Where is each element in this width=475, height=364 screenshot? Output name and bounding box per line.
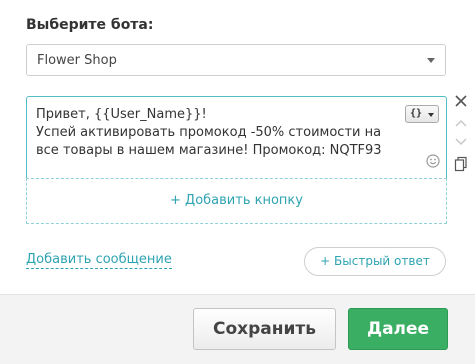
bot-select-label: Выберите бота: <box>26 17 154 33</box>
next-button[interactable]: Далее <box>348 308 448 350</box>
braces-icon: {} <box>410 108 423 119</box>
add-button-label: + Добавить кнопку <box>170 193 303 208</box>
message-text[interactable]: Привет, {{User_Name}}! Успей активироват… <box>36 106 396 160</box>
message-text-editor[interactable]: Привет, {{User_Name}}! Успей активироват… <box>26 96 447 178</box>
arrow-up-icon[interactable] <box>452 116 470 132</box>
arrow-down-icon[interactable] <box>452 134 470 150</box>
bot-select-value: Flower Shop <box>37 53 117 68</box>
chevron-down-icon <box>427 58 435 63</box>
add-button-area[interactable]: + Добавить кнопку <box>26 178 447 224</box>
copy-icon[interactable] <box>452 156 470 172</box>
add-message-link[interactable]: Добавить сообщение <box>26 252 172 269</box>
bot-select[interactable]: Flower Shop <box>26 44 446 76</box>
save-button[interactable]: Сохранить <box>193 308 336 350</box>
message-editor-panel: Выберите бота: Flower Shop Привет, {{Use… <box>0 0 475 295</box>
quick-reply-button[interactable]: + Быстрый ответ <box>304 247 446 276</box>
insert-variable-button[interactable]: {} <box>405 105 439 123</box>
chevron-down-icon <box>428 113 434 117</box>
smiley-icon[interactable] <box>426 154 440 168</box>
close-icon[interactable] <box>452 94 470 110</box>
